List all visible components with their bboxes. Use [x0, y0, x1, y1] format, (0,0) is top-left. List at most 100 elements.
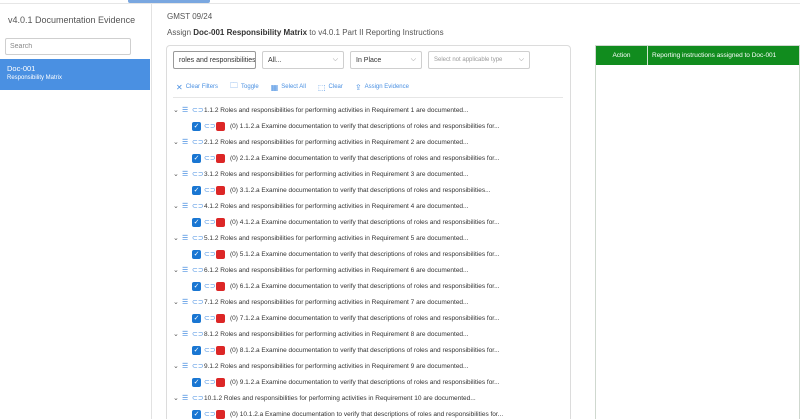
select-all-button[interactable]: ▦ Select All	[271, 83, 306, 92]
tree-row-parent[interactable]: ⌄ ☰ ⊂⊃ 4.1.2 Roles and responsibilities …	[173, 198, 565, 214]
tree-row-parent[interactable]: ⌄ ☰ ⊂⊃ 5.1.2 Roles and responsibilities …	[173, 230, 565, 246]
chevron-down-icon[interactable]: ⌄	[173, 394, 182, 402]
requirement-label: 4.1.2 Roles and responsibilities for per…	[204, 202, 469, 210]
link-icon[interactable]: ⊂⊃	[204, 122, 216, 130]
tree-row-parent[interactable]: ⌄ ☰ ⊂⊃ 2.1.2 Roles and responsibilities …	[173, 134, 565, 150]
tree-row-parent[interactable]: ⌄ ☰ ⊂⊃ 8.1.2 Roles and responsibilities …	[173, 326, 565, 342]
column-header-instructions: Reporting instructions assigned to Doc-0…	[652, 52, 777, 59]
chevron-down-icon[interactable]: ⌄	[173, 234, 182, 242]
tree-row-child[interactable]: ✓ ⊂⊃ (0) 2.1.2.a Examine documentation t…	[173, 150, 565, 166]
tree-row-parent[interactable]: ⌄ ☰ ⊂⊃ 1.1.2 Roles and responsibilities …	[173, 102, 565, 118]
tree-row-child[interactable]: ✓ ⊂⊃ (0) 5.1.2.a Examine documentation t…	[173, 246, 565, 262]
checkbox-checked[interactable]: ✓	[192, 313, 201, 323]
tree-row-child[interactable]: ✓ ⊂⊃ (0) 4.1.2.a Examine documentation t…	[173, 214, 565, 230]
tree-row-child[interactable]: ✓ ⊂⊃ (0) 6.1.2.a Examine documentation t…	[173, 278, 565, 294]
requirements-search-input[interactable]: roles and responsibilities	[173, 51, 256, 69]
chevron-down-icon[interactable]: ⌄	[173, 106, 182, 114]
link-icon[interactable]: ⊂⊃	[192, 106, 204, 114]
grid-icon: ▦	[270, 82, 279, 92]
assign-prefix: Assign	[167, 28, 192, 37]
test-procedure-label: (0) 1.1.2.a Examine documentation to ver…	[230, 122, 500, 130]
checkbox-checked[interactable]: ✓	[192, 217, 201, 227]
status-select[interactable]: In Place ⌵	[350, 51, 422, 69]
chevron-down-icon[interactable]: ⌄	[173, 362, 182, 370]
assign-evidence-button[interactable]: ⇪ Assign Evidence	[355, 83, 409, 92]
clear-filters-label: Clear Filters	[185, 84, 219, 90]
tree-row-child[interactable]: ✓ ⊂⊃ (0) 1.1.2.a Examine documentation t…	[173, 118, 565, 134]
tree-row-parent[interactable]: ⌄ ☰ ⊂⊃ 10.1.2 Roles and responsibilities…	[173, 390, 565, 406]
sidebar-item-doc-001[interactable]: Doc-001 Responsibility Matrix	[0, 59, 150, 90]
link-icon[interactable]: ⊂⊃	[192, 330, 204, 338]
test-procedure-label: (0) 3.1.2.a Examine documentation to ver…	[230, 186, 491, 194]
link-icon[interactable]: ⊂⊃	[204, 186, 216, 194]
list-icon[interactable]: ☰	[182, 394, 192, 402]
requirement-label: 5.1.2 Roles and responsibilities for per…	[204, 234, 469, 242]
link-icon[interactable]: ⊂⊃	[192, 394, 204, 402]
list-icon[interactable]: ☰	[182, 362, 192, 370]
chevron-down-icon[interactable]: ⌄	[173, 138, 182, 146]
list-icon[interactable]: ☰	[182, 330, 192, 338]
select-all-label: Select All	[281, 84, 306, 90]
scope-select-value: All...	[268, 56, 282, 64]
list-icon[interactable]: ☰	[182, 138, 192, 146]
link-icon[interactable]: ⊂⊃	[204, 154, 216, 162]
clear-button[interactable]: ⬚ Clear	[318, 83, 343, 92]
checkbox-checked[interactable]: ✓	[192, 185, 201, 195]
checkbox-checked[interactable]: ✓	[192, 121, 201, 131]
tree-row-parent[interactable]: ⌄ ☰ ⊂⊃ 6.1.2 Roles and responsibilities …	[173, 262, 565, 278]
list-icon[interactable]: ☰	[182, 266, 192, 274]
link-icon[interactable]: ⊂⊃	[204, 250, 216, 258]
tree-row-child[interactable]: ✓ ⊂⊃ (0) 8.1.2.a Examine documentation t…	[173, 342, 565, 358]
chevron-down-icon[interactable]: ⌄	[173, 266, 182, 274]
list-icon[interactable]: ☰	[182, 106, 192, 114]
checkbox-checked[interactable]: ✓	[192, 249, 201, 259]
tree-row-child[interactable]: ✓ ⊂⊃ (0) 3.1.2.a Examine documentation t…	[173, 182, 565, 198]
status-badge	[216, 345, 225, 355]
tree-row-child[interactable]: ✓ ⊂⊃ (0) 7.1.2.a Examine documentation t…	[173, 310, 565, 326]
checkbox-checked[interactable]: ✓	[192, 377, 201, 387]
status-badge	[216, 121, 225, 131]
scope-select[interactable]: All... ⌵	[262, 51, 344, 69]
test-procedure-label: (0) 6.1.2.a Examine documentation to ver…	[230, 282, 500, 290]
link-icon[interactable]: ⊂⊃	[192, 298, 204, 306]
link-icon[interactable]: ⊂⊃	[192, 234, 204, 242]
link-icon[interactable]: ⊂⊃	[204, 378, 216, 386]
test-procedure-label: (0) 9.1.2.a Examine documentation to ver…	[230, 378, 500, 386]
link-icon[interactable]: ⊂⊃	[204, 282, 216, 290]
link-icon[interactable]: ⊂⊃	[204, 314, 216, 322]
chevron-down-icon[interactable]: ⌄	[173, 298, 182, 306]
chevron-down-icon[interactable]: ⌄	[173, 330, 182, 338]
checkbox-checked[interactable]: ✓	[192, 345, 201, 355]
sidebar-search-input[interactable]	[5, 38, 131, 55]
tree-row-parent[interactable]: ⌄ ☰ ⊂⊃ 3.1.2 Roles and responsibilities …	[173, 166, 565, 182]
toggle-button[interactable]: 🗀 Toggle	[230, 80, 259, 94]
sidebar: v4.0.1 Documentation Evidence Doc-001 Re…	[0, 4, 152, 419]
list-icon[interactable]: ☰	[182, 202, 192, 210]
test-procedure-label: (0) 7.1.2.a Examine documentation to ver…	[230, 314, 500, 322]
chevron-down-icon[interactable]: ⌄	[173, 202, 182, 210]
link-icon[interactable]: ⊂⊃	[204, 218, 216, 226]
list-icon[interactable]: ☰	[182, 170, 192, 178]
tree-row-child[interactable]: ✓ ⊂⊃ (0) 10.1.2.a Examine documentation …	[173, 406, 565, 419]
link-icon[interactable]: ⊂⊃	[192, 266, 204, 274]
assign-evidence-label: Assign Evidence	[364, 84, 409, 90]
checkbox-checked[interactable]: ✓	[192, 281, 201, 291]
link-icon[interactable]: ⊂⊃	[204, 346, 216, 354]
tree-row-parent[interactable]: ⌄ ☰ ⊂⊃ 7.1.2 Roles and responsibilities …	[173, 294, 565, 310]
toolbar: ✕ Clear Filters 🗀 Toggle ▦ Select All ⬚ …	[176, 80, 409, 94]
link-icon[interactable]: ⊂⊃	[192, 170, 204, 178]
checkbox-checked[interactable]: ✓	[192, 409, 201, 419]
status-badge	[216, 153, 225, 163]
clear-filters-button[interactable]: ✕ Clear Filters	[176, 83, 218, 92]
not-applicable-type-select[interactable]: Select not applicable type ⌵	[428, 51, 530, 69]
link-icon[interactable]: ⊂⊃	[204, 410, 216, 418]
tree-row-child[interactable]: ✓ ⊂⊃ (0) 9.1.2.a Examine documentation t…	[173, 374, 565, 390]
tree-row-parent[interactable]: ⌄ ☰ ⊂⊃ 9.1.2 Roles and responsibilities …	[173, 358, 565, 374]
link-icon[interactable]: ⊂⊃	[192, 202, 204, 210]
chevron-down-icon[interactable]: ⌄	[173, 170, 182, 178]
link-icon[interactable]: ⊂⊃	[192, 138, 204, 146]
checkbox-checked[interactable]: ✓	[192, 153, 201, 163]
link-icon[interactable]: ⊂⊃	[192, 362, 204, 370]
list-icon[interactable]: ☰	[182, 234, 192, 242]
list-icon[interactable]: ☰	[182, 298, 192, 306]
